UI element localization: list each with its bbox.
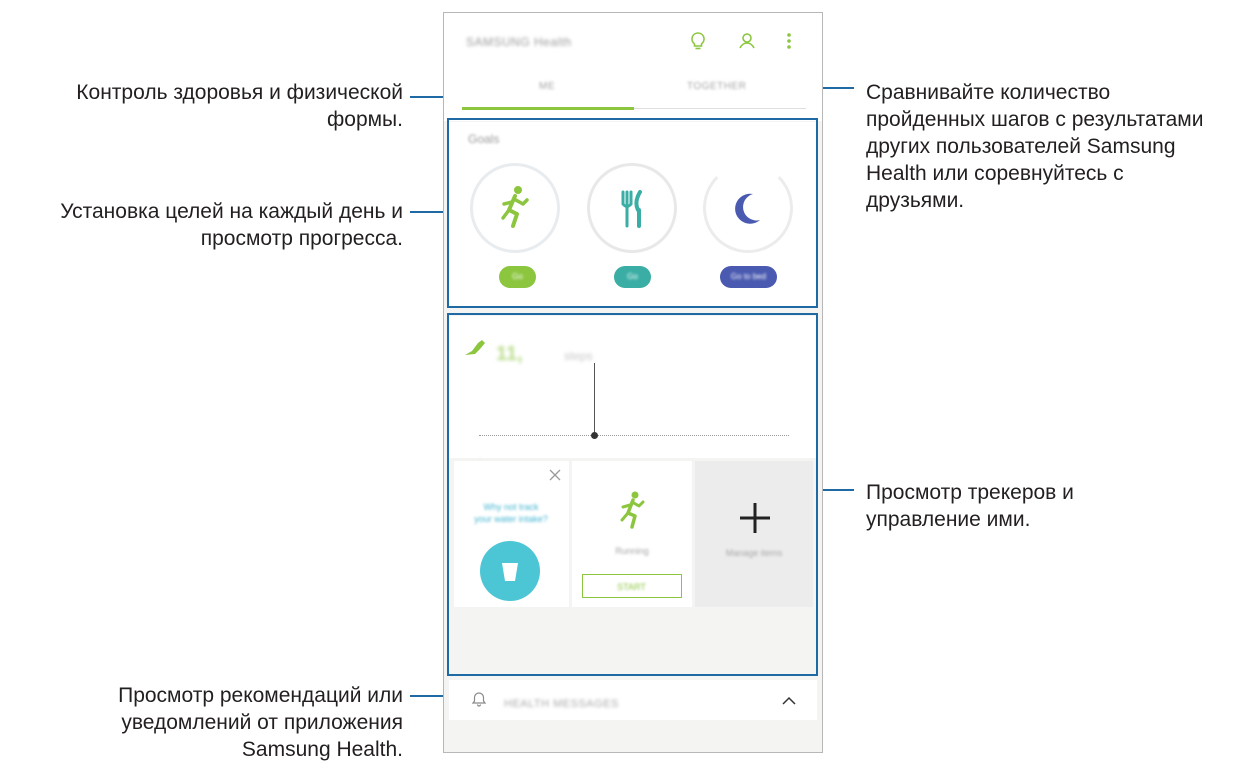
callout-together-line1: Сравнивайте количество <box>866 81 1111 104</box>
chevron-up-icon[interactable] <box>781 696 797 706</box>
callout-trackers: Просмотр трекеров и управление ими. <box>866 479 1074 533</box>
health-messages-label: HEALTH MESSAGES <box>504 698 619 710</box>
callout-together-line3: других пользователей Samsung <box>866 135 1176 158</box>
callout-trackers-line2: управление ими. <box>866 508 1031 531</box>
callout-together: Сравнивайте количество пройденных шагов … <box>866 79 1203 214</box>
callout-goals-line1: Установка целей на каждый день и <box>60 200 403 223</box>
callout-messages-line3: Samsung Health. <box>241 738 403 761</box>
callout-trackers-line1: Просмотр трекеров и <box>866 481 1074 504</box>
callout-goals-line2: просмотр прогресса. <box>200 227 403 250</box>
tab-me[interactable]: ME <box>539 81 555 92</box>
trackers-highlight <box>447 313 818 676</box>
goals-highlight <box>447 118 818 308</box>
tab-together[interactable]: TOGETHER <box>687 81 746 92</box>
callout-together-line4: Health или соревнуйтесь с <box>866 162 1124 185</box>
app-header: SAMSUNG Health ME TOGETHER <box>444 13 822 121</box>
profile-icon[interactable] <box>735 29 759 53</box>
callout-messages-line2: уведомлений от приложения <box>121 711 403 734</box>
callout-messages: Просмотр рекомендаций или уведомлений от… <box>118 682 403 763</box>
callout-health: Контроль здоровья и физической формы. <box>76 79 403 133</box>
more-options-icon[interactable] <box>777 29 801 53</box>
callout-health-line2: формы. <box>326 108 403 131</box>
bell-icon <box>471 692 487 707</box>
app-title: SAMSUNG Health <box>466 35 572 49</box>
callout-health-line1: Контроль здоровья и физической <box>76 81 403 104</box>
callout-messages-line1: Просмотр рекомендаций или <box>118 684 403 707</box>
callout-together-line5: друзьями. <box>866 189 965 212</box>
callout-goals: Установка целей на каждый день и просмот… <box>60 198 403 252</box>
lightbulb-icon[interactable] <box>686 29 710 53</box>
callout-together-line2: пройденных шагов с результатами <box>866 108 1204 131</box>
tab-me-indicator <box>462 107 634 110</box>
tab-divider <box>634 108 806 109</box>
